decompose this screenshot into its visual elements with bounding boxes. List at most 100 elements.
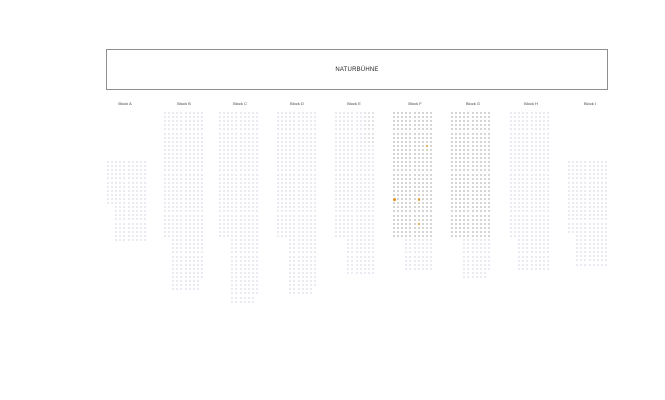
seat[interactable] [425,202,428,205]
seat[interactable] [219,161,221,164]
seat[interactable] [471,222,474,225]
seat[interactable] [235,128,238,131]
seat[interactable] [413,214,416,217]
seat[interactable] [455,144,458,147]
seat[interactable] [289,194,292,196]
seat[interactable] [483,276,486,278]
seat[interactable] [371,185,374,188]
seat[interactable] [530,157,533,160]
seat[interactable] [297,148,300,151]
seat[interactable] [530,140,533,143]
seat[interactable] [604,230,607,233]
seat[interactable] [235,230,238,233]
seat[interactable] [309,144,312,147]
seat[interactable] [405,157,408,160]
seat[interactable] [459,116,462,119]
seat[interactable] [184,165,187,168]
seat[interactable] [588,202,591,204]
seat[interactable] [463,120,466,123]
seat[interactable] [192,255,195,258]
seat[interactable] [363,218,366,221]
seat[interactable] [359,161,362,164]
seat[interactable] [409,132,412,135]
seat[interactable] [542,161,545,164]
seat[interactable] [459,120,462,123]
seat[interactable] [596,206,599,209]
seat[interactable] [522,194,525,196]
seat[interactable] [425,116,428,119]
seat[interactable] [522,165,525,168]
seat[interactable] [176,210,179,213]
seat[interactable] [409,226,412,229]
seat[interactable] [413,198,416,201]
seat[interactable] [309,276,312,278]
seat[interactable] [115,161,118,163]
seat[interactable] [168,124,171,127]
seat[interactable] [409,148,412,151]
seat[interactable] [313,165,316,168]
seat[interactable] [429,202,432,205]
seat[interactable] [247,259,250,262]
seat[interactable] [247,271,250,274]
seat[interactable] [192,189,195,192]
seat[interactable] [243,206,246,209]
seat[interactable] [467,222,470,225]
seat[interactable] [351,263,354,266]
seat[interactable] [425,210,428,213]
seat[interactable] [526,144,529,147]
seat[interactable] [455,226,458,229]
seat[interactable] [514,181,517,184]
seat[interactable] [576,189,579,192]
seat[interactable] [487,210,490,213]
seat[interactable] [413,165,416,168]
seat[interactable] [576,185,579,188]
seat[interactable] [604,226,607,229]
seat[interactable] [479,247,482,250]
seat[interactable] [538,157,541,160]
seat[interactable] [176,144,179,147]
seat[interactable] [351,230,354,233]
seat[interactable] [592,161,595,163]
seat[interactable] [409,235,412,237]
seat[interactable] [405,198,408,201]
seat[interactable] [538,243,541,246]
seat[interactable] [176,251,179,254]
seat[interactable] [239,185,242,188]
seat[interactable] [168,173,171,176]
seat[interactable] [429,243,432,246]
seat[interactable] [196,194,199,196]
seat[interactable] [172,136,175,139]
seat[interactable] [421,157,424,160]
seat[interactable] [475,263,478,266]
seat[interactable] [451,214,453,217]
seat[interactable] [200,263,203,266]
seat[interactable] [223,230,226,233]
seat[interactable] [255,120,258,123]
seat[interactable] [293,263,296,266]
seat[interactable] [180,235,183,237]
seat[interactable] [421,230,424,233]
seat[interactable] [584,177,587,180]
seat[interactable] [455,169,458,172]
seat[interactable] [363,194,366,196]
seat[interactable] [172,144,175,147]
seat[interactable] [289,284,292,287]
seat[interactable] [243,157,246,160]
seat[interactable] [172,226,175,229]
seat[interactable] [172,251,175,254]
seat[interactable] [164,124,166,127]
seat[interactable] [455,116,458,119]
seat[interactable] [301,189,304,192]
seat[interactable] [409,214,412,217]
seat[interactable] [347,198,350,201]
seat[interactable] [526,243,529,246]
seat[interactable] [172,243,175,246]
seat[interactable] [168,210,171,213]
seat[interactable] [413,263,416,266]
seat[interactable] [371,181,374,184]
seat[interactable] [429,136,432,139]
seat[interactable] [542,263,545,266]
seat[interactable] [131,218,134,221]
seat[interactable] [184,210,187,213]
seat[interactable] [176,222,179,225]
